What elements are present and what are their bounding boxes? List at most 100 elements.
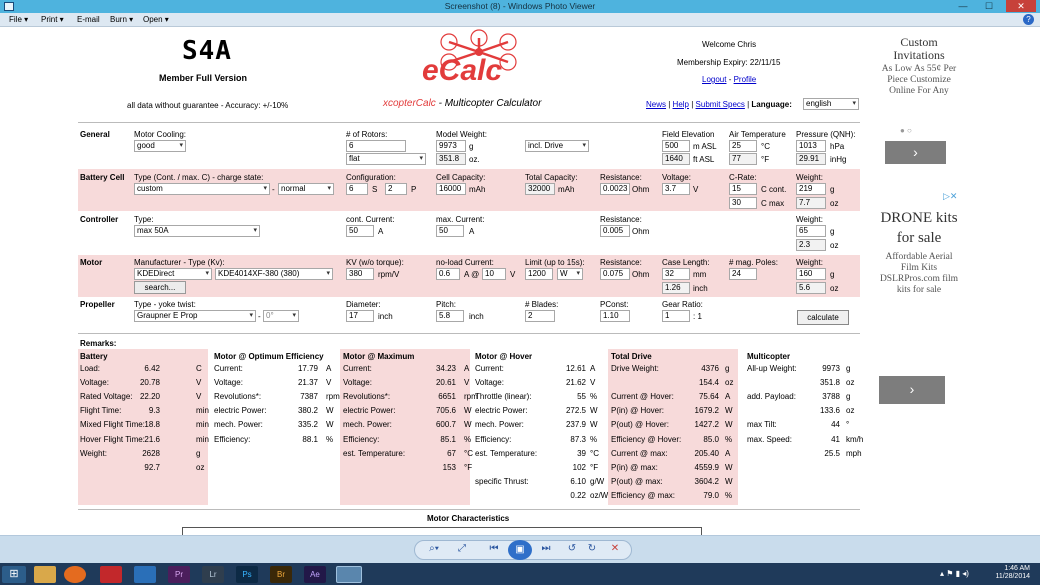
series-input[interactable]: 6 bbox=[346, 183, 368, 195]
controller-weight-input[interactable]: 65 bbox=[796, 225, 826, 237]
tray-icons[interactable]: ▴ ⚑ ▮ ◂) bbox=[940, 569, 969, 578]
ad2-next-button[interactable]: › bbox=[879, 376, 945, 404]
menu-burn[interactable]: Burn ▾ bbox=[110, 15, 133, 24]
limit-unit-select[interactable]: W bbox=[557, 268, 583, 280]
parallel-input[interactable]: 2 bbox=[385, 183, 407, 195]
calculate-button[interactable]: calculate bbox=[797, 310, 849, 325]
motor-cooling-select[interactable]: good bbox=[134, 140, 186, 152]
rotate-cw-icon[interactable]: ↻ bbox=[585, 543, 599, 557]
yoke-twist-select[interactable]: 0° bbox=[263, 310, 299, 322]
frame-select[interactable]: flat bbox=[346, 153, 426, 165]
prop-type-select[interactable]: Graupner E Prop bbox=[134, 310, 256, 322]
help-link[interactable]: Help bbox=[673, 100, 689, 109]
rotate-ccw-icon[interactable]: ↺ bbox=[565, 543, 579, 557]
pitch-input[interactable]: 5.8 bbox=[436, 310, 464, 322]
zoom-icon[interactable]: ⌕▾ bbox=[425, 543, 443, 557]
limit-label: Limit (up to 15s): bbox=[525, 258, 585, 267]
charge-state-select[interactable]: normal bbox=[278, 183, 334, 195]
limit-input[interactable]: 1200 bbox=[525, 268, 553, 280]
profile-link[interactable]: Profile bbox=[734, 75, 757, 84]
logout-link[interactable]: Logout bbox=[702, 75, 726, 84]
battery-resistance-input[interactable]: 0.0023 bbox=[600, 183, 630, 195]
menu-open[interactable]: Open ▾ bbox=[143, 15, 169, 24]
motor-resistance-input[interactable]: 0.075 bbox=[600, 268, 630, 280]
after-effects-icon[interactable]: Ae bbox=[304, 566, 326, 583]
pconst-input[interactable]: 1.10 bbox=[600, 310, 630, 322]
photo-viewer-taskbar-icon[interactable] bbox=[336, 566, 362, 583]
close-button[interactable]: ✕ bbox=[1006, 0, 1036, 12]
motor-type-select[interactable]: KDE4014XF-380 (380) bbox=[215, 268, 333, 280]
help-icon[interactable]: ? bbox=[1023, 14, 1034, 25]
ad-drone-kits[interactable]: DRONE kits for sale Affordable Aerial Fi… bbox=[877, 208, 961, 296]
slideshow-icon[interactable]: ▣ bbox=[508, 540, 532, 560]
blades-input[interactable]: 2 bbox=[525, 310, 555, 322]
motor-weight-input[interactable]: 160 bbox=[796, 268, 826, 280]
air-temp-input[interactable]: 25 bbox=[729, 140, 757, 152]
no-load-current-input[interactable]: 0.6 bbox=[436, 268, 460, 280]
result-value: 705.6 bbox=[435, 406, 456, 416]
ad-invitations[interactable]: Custom Invitations As Low As 55¢ Per Pie… bbox=[877, 36, 961, 97]
elevation-input[interactable]: 500 bbox=[662, 140, 690, 152]
rotors-input[interactable]: 6 bbox=[346, 140, 406, 152]
result-value: 25.5 bbox=[824, 448, 840, 458]
diameter-input[interactable]: 17 bbox=[346, 310, 374, 322]
minimize-button[interactable]: — bbox=[951, 0, 975, 12]
start-button-icon[interactable]: ⊞ bbox=[2, 566, 26, 583]
model-weight-input[interactable]: 9973 bbox=[436, 140, 466, 152]
window-title: Screenshot (8) - Windows Photo Viewer bbox=[444, 1, 596, 11]
pressure-input[interactable]: 1013 bbox=[796, 140, 826, 152]
gear-ratio-input[interactable]: 1 bbox=[662, 310, 690, 322]
unit-m-asl: m ASL bbox=[693, 142, 717, 151]
maximize-button[interactable]: ☐ bbox=[977, 0, 1001, 12]
previous-icon[interactable]: ⏮ bbox=[484, 543, 504, 557]
creative-cloud-icon[interactable] bbox=[100, 566, 122, 583]
result-label: Weight: bbox=[80, 448, 107, 458]
cell-voltage-input[interactable]: 3.7 bbox=[662, 183, 690, 195]
cont-current-input[interactable]: 50 bbox=[346, 225, 374, 237]
unit-ohm: Ohm bbox=[632, 270, 650, 279]
controller-weight-oz: 2.3 bbox=[796, 239, 826, 251]
menu-print[interactable]: Print ▾ bbox=[41, 15, 64, 24]
next-icon[interactable]: ⏭ bbox=[536, 543, 556, 557]
case-length-input[interactable]: 32 bbox=[662, 268, 690, 280]
controller-type-select[interactable]: max 50A bbox=[134, 225, 260, 237]
cell-capacity-input[interactable]: 16000 bbox=[436, 183, 466, 195]
menu-file[interactable]: File ▾ bbox=[9, 15, 28, 24]
menu-email[interactable]: E-mail bbox=[77, 15, 100, 24]
language-select[interactable]: english bbox=[803, 98, 859, 110]
search-button[interactable]: search... bbox=[134, 281, 186, 294]
result-label: Rated Voltage: bbox=[80, 392, 133, 402]
c-max-input[interactable]: 30 bbox=[729, 197, 757, 209]
news-link[interactable]: News bbox=[646, 100, 666, 109]
mag-poles-input[interactable]: 24 bbox=[729, 268, 757, 280]
file-explorer-icon[interactable] bbox=[34, 566, 56, 583]
manufacturer-select[interactable]: KDEDirect bbox=[134, 268, 212, 280]
submit-specs-link[interactable]: Submit Specs bbox=[696, 100, 745, 109]
result-unit: rpm bbox=[326, 392, 340, 402]
mail-icon[interactable] bbox=[134, 566, 156, 583]
max-current-input[interactable]: 50 bbox=[436, 225, 464, 237]
lightroom-icon[interactable]: Lr bbox=[202, 566, 224, 583]
actual-size-icon[interactable]: ⤢ bbox=[455, 543, 469, 557]
ad1-next-button[interactable]: › bbox=[885, 141, 946, 164]
no-load-voltage-input[interactable]: 10 bbox=[482, 268, 506, 280]
result-label: electric Power: bbox=[343, 406, 396, 416]
cell-weight-input[interactable]: 219 bbox=[796, 183, 826, 195]
unit-v: V bbox=[693, 185, 699, 194]
bridge-icon[interactable]: Br bbox=[270, 566, 292, 583]
premiere-icon[interactable]: Pr bbox=[168, 566, 190, 583]
system-clock[interactable]: 1:46 AM 11/28/2014 bbox=[995, 565, 1030, 581]
adchoices-icon[interactable]: ▷✕ bbox=[943, 191, 957, 202]
delete-icon[interactable]: ✕ bbox=[608, 543, 622, 557]
motor-weight-label: Weight: bbox=[796, 258, 823, 267]
photoshop-icon[interactable]: Ps bbox=[236, 566, 258, 583]
result-label: Current: bbox=[475, 364, 504, 373]
controller-resistance-input[interactable]: 0.005 bbox=[600, 225, 630, 237]
c-cont-input[interactable]: 15 bbox=[729, 183, 757, 195]
pressure-label: Pressure (QNH): bbox=[796, 130, 856, 139]
firefox-icon[interactable] bbox=[64, 566, 86, 583]
kv-input[interactable]: 380 bbox=[346, 268, 374, 280]
battery-type-select[interactable]: custom bbox=[134, 183, 270, 195]
result-value: 21.37 bbox=[297, 378, 318, 388]
drive-select[interactable]: incl. Drive bbox=[525, 140, 589, 152]
